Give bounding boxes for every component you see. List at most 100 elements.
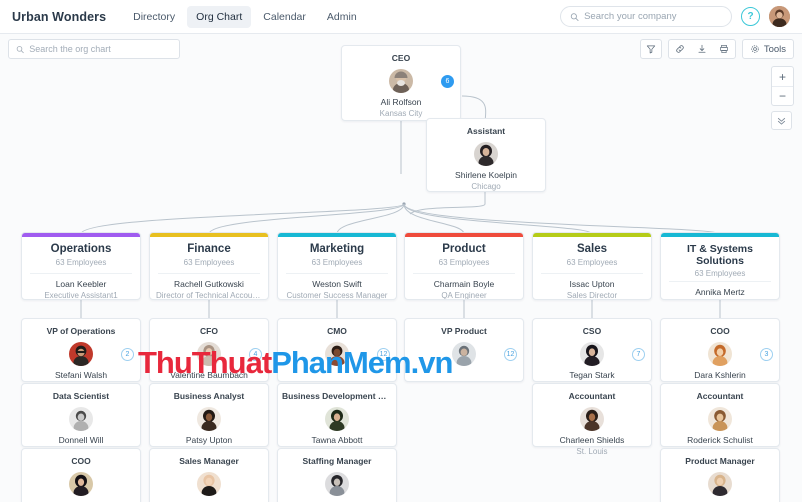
dept-lead-role: Sales Director (566, 291, 618, 300)
node-location (405, 372, 523, 378)
dept-name: IT & Systems Solutions (687, 243, 753, 268)
search-icon (570, 12, 579, 21)
node-report-count-badge[interactable]: 12 (377, 348, 390, 361)
node-avatar (325, 406, 349, 431)
node-report-count-badge[interactable]: 7 (632, 348, 645, 361)
node-role: Accountant (568, 391, 616, 401)
node-vp-product[interactable]: VP Product 12 (404, 318, 524, 382)
zoom-out-button[interactable]: − (772, 86, 793, 105)
node-staffing-manager[interactable]: Staffing Manager Nyla Kling (277, 448, 397, 502)
node-role: Business Development Mana... (282, 391, 396, 401)
node-data-scientist[interactable]: Data Scientist Donnell Will Chicago (21, 383, 141, 456)
node-role: Business Analyst (173, 391, 245, 401)
node-report-count-badge[interactable]: 12 (504, 348, 517, 361)
node-avatar (580, 341, 604, 366)
org-chart-search-box[interactable] (8, 39, 180, 59)
divider (158, 273, 260, 275)
dept-name: Sales (576, 243, 608, 255)
node-coo-operations[interactable]: COO Lana Bins (21, 448, 141, 502)
node-role: Product Manager (685, 456, 755, 466)
node-avatar (708, 406, 732, 431)
node-product-manager-it[interactable]: Product Manager Rosalyn Schulist (660, 448, 780, 502)
dept-lead-name: Rachell Gutkowski (174, 279, 244, 290)
node-report-count-badge[interactable]: 2 (121, 348, 134, 361)
node-sales-manager-finance[interactable]: Sales Manager Jesse Lowe (149, 448, 269, 502)
filter-button[interactable] (639, 39, 662, 59)
node-report-count-badge[interactable]: 3 (760, 348, 773, 361)
dept-lead-name: Annika Mertz (695, 287, 745, 298)
dept-employee-count: 63 Employees (183, 258, 235, 268)
chevron-double-down-icon (777, 117, 786, 125)
gear-icon (751, 45, 759, 53)
toolbar-icon-group (667, 39, 736, 59)
nav-tab-directory[interactable]: Directory (124, 6, 184, 28)
help-button[interactable]: ? (741, 7, 760, 26)
node-report-count-badge[interactable]: 4 (249, 348, 262, 361)
nav-tab-admin[interactable]: Admin (318, 6, 366, 28)
dept-card-operations[interactable]: Operations 63 Employees Loan Keebler Exe… (21, 232, 141, 300)
zoom-button-group: + − (771, 66, 794, 106)
org-chart-canvas[interactable]: CEO Ali Rolfson Kansas City 6 Assistant … (0, 45, 802, 502)
node-avatar (389, 68, 413, 93)
node-role: Data Scientist (52, 391, 110, 401)
print-icon (719, 45, 728, 53)
zoom-in-button[interactable]: + (772, 67, 793, 86)
dept-lead-role: Logistics Coordinator (661, 299, 779, 300)
search-icon (16, 45, 24, 53)
node-business-development-manager[interactable]: Business Development Mana... Tawna Abbot… (277, 383, 397, 456)
user-avatar[interactable] (769, 6, 790, 27)
dept-card-marketing[interactable]: Marketing 63 Employees Weston Swift Cust… (277, 232, 397, 300)
nav-tab-calendar[interactable]: Calendar (254, 6, 315, 28)
node-cfo[interactable]: CFO Valentine Baumbach Chicago 4 (149, 318, 269, 391)
print-button[interactable] (713, 40, 735, 58)
dept-card-product[interactable]: Product 63 Employees Charmain Boyle QA E… (404, 232, 524, 300)
node-role: Assistant (466, 126, 506, 136)
divider (413, 273, 515, 275)
node-avatar (708, 471, 732, 496)
dept-name: Product (442, 243, 486, 255)
company-search-box[interactable] (560, 6, 732, 27)
dept-card-sales[interactable]: Sales 63 Employees Issac Upton Sales Dir… (532, 232, 652, 300)
node-avatar (452, 341, 476, 366)
dept-lead-role: Executive Assistant1 (44, 291, 118, 300)
dept-employee-count: 63 Employees (566, 258, 618, 268)
node-avatar (474, 141, 498, 166)
dept-name: Operations (50, 243, 112, 255)
divider (541, 273, 643, 275)
node-name: Valentine Baumbach (170, 369, 248, 380)
node-cmo[interactable]: CMO 12 (277, 318, 397, 382)
dept-lead-name: Loan Keebler (55, 279, 107, 290)
brand-logo: Urban Wonders (12, 9, 107, 24)
node-location (278, 372, 396, 378)
node-role: Staffing Manager (302, 456, 372, 466)
dept-lead-role: Customer Success Manager (286, 291, 388, 300)
dept-lead-name: Weston Swift (312, 279, 362, 290)
dept-card-finance[interactable]: Finance 63 Employees Rachell Gutkowski D… (149, 232, 269, 300)
node-role: CSO (582, 326, 602, 336)
dept-card-it-systems-solutions[interactable]: IT & Systems Solutions 63 Employees Anni… (660, 232, 780, 300)
node-business-analyst[interactable]: Business Analyst Patsy Upton Minneapolis (149, 383, 269, 456)
node-report-count-badge[interactable]: 6 (441, 75, 454, 88)
download-button[interactable] (691, 40, 713, 58)
nav-tab-org-chart[interactable]: Org Chart (187, 5, 252, 28)
dept-lead-name: Issac Upton (569, 279, 615, 290)
node-name: Ali Rolfson (380, 96, 422, 107)
dept-name: Finance (187, 243, 231, 255)
node-accountant-sales[interactable]: Accountant Charleen Shields St. Louis (532, 383, 652, 456)
node-coo-it[interactable]: COO Dara Kshlerin Remote 3 (660, 318, 780, 391)
tools-button[interactable]: Tools (741, 39, 794, 59)
node-assistant[interactable]: Assistant Shirlene Koelpin Chicago (426, 118, 546, 192)
node-cso[interactable]: CSO Tegan Stark Minneapolis 7 (532, 318, 652, 391)
company-search-input[interactable] (584, 11, 722, 22)
node-role: Sales Manager (179, 456, 239, 466)
node-role: VP of Operations (46, 326, 116, 336)
node-vp-of-operations[interactable]: VP of Operations Stefani Walsh Chicago 2 (21, 318, 141, 391)
node-name: Stefani Walsh (54, 369, 108, 380)
node-name: Donnell Will (58, 434, 104, 445)
org-chart-search-input[interactable] (29, 44, 172, 54)
collapse-all-button[interactable] (771, 111, 792, 130)
dept-employee-count: 63 Employees (311, 258, 363, 268)
share-link-button[interactable] (669, 40, 691, 58)
node-avatar (197, 471, 221, 496)
node-accountant-it[interactable]: Accountant Roderick Schulist Minneapolis (660, 383, 780, 456)
